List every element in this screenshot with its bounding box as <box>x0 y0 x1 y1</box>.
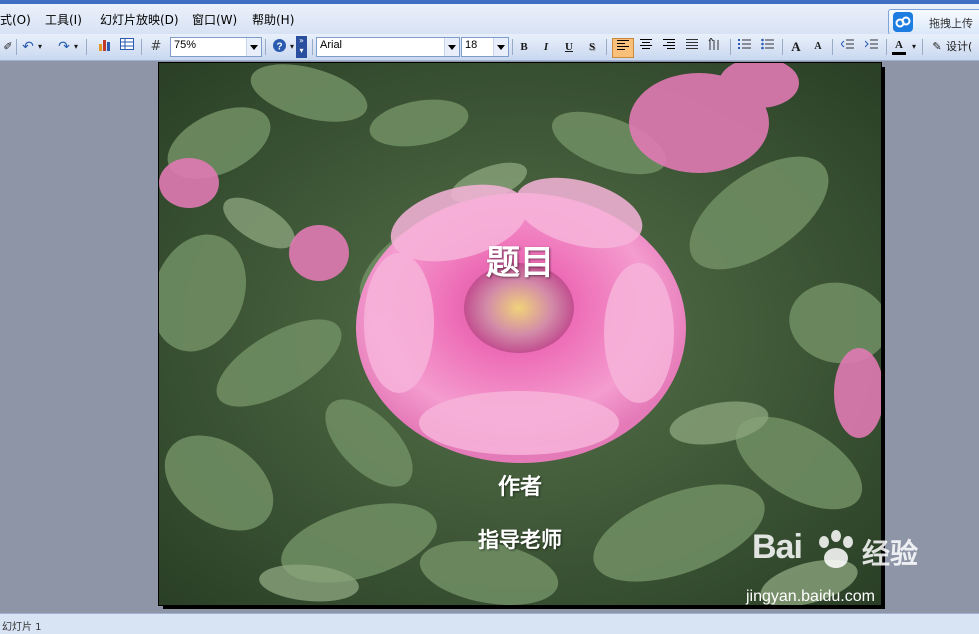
menu-tools[interactable]: 工具(I) <box>45 11 82 28</box>
toolbar-separator <box>16 39 17 55</box>
increase-indent-icon[interactable] <box>862 38 882 56</box>
status-bar: 幻灯片 1 <box>0 613 979 634</box>
decrease-font-button[interactable]: A <box>809 38 827 56</box>
grid-icon[interactable]: # <box>148 38 164 56</box>
cloud-icon <box>893 12 913 32</box>
toolbar-options-icon[interactable]: » ▾ <box>296 36 307 58</box>
status-text: 幻灯片 1 <box>2 622 42 633</box>
upload-label: 拖拽上传 <box>929 17 973 30</box>
toolbar-separator <box>512 39 513 55</box>
font-color-button[interactable]: A <box>892 38 906 55</box>
font-name-select[interactable]: Arial <box>316 37 460 57</box>
menu-window[interactable]: 窗口(W) <box>192 11 237 28</box>
help-icon[interactable]: ? <box>270 38 288 56</box>
design-icon: ✎ <box>932 40 942 53</box>
watermark-url: jingyan.baidu.com <box>746 588 875 605</box>
toolbar-separator <box>86 39 87 55</box>
formatting-toolbar: ✐ ↶ ▾ ↷ ▾ # 75% ? ▾ »▾ Arial 18 B I U S <box>0 34 979 61</box>
undo-dropdown-icon[interactable]: ▾ <box>36 38 44 56</box>
brush-icon[interactable]: ✐ <box>2 38 14 56</box>
align-center-icon[interactable] <box>636 38 656 56</box>
shadow-button[interactable]: S <box>584 38 600 56</box>
menu-help[interactable]: 帮助(H) <box>252 11 294 28</box>
slide-title[interactable]: 题目 <box>159 235 881 284</box>
align-right-icon[interactable] <box>659 38 679 56</box>
paw-icon <box>819 530 853 568</box>
undo-icon[interactable]: ↶ <box>20 38 36 56</box>
redo-dropdown-icon[interactable]: ▾ <box>72 38 80 56</box>
italic-button[interactable]: I <box>538 38 554 56</box>
toolbar-separator <box>312 39 313 55</box>
toolbar-separator <box>141 39 142 55</box>
upload-button[interactable]: 拖拽上传 <box>888 9 979 35</box>
slide-author[interactable]: 作者 <box>159 469 881 501</box>
toolbar-separator <box>606 39 607 55</box>
font-name-value: Arial <box>320 39 343 51</box>
toolbar-separator <box>730 39 731 55</box>
table-icon[interactable] <box>118 38 136 56</box>
zoom-select[interactable]: 75% <box>170 37 262 57</box>
font-color-dropdown-icon[interactable]: ▾ <box>910 38 918 56</box>
font-size-select[interactable]: 18 <box>461 37 509 57</box>
design-button[interactable]: 设计( <box>946 38 979 56</box>
title-bar-edge <box>0 0 979 4</box>
toolbar-separator <box>922 39 923 55</box>
redo-icon[interactable]: ↷ <box>56 38 72 56</box>
distribute-icon[interactable] <box>682 38 702 56</box>
decrease-indent-icon[interactable] <box>838 38 858 56</box>
increase-font-button[interactable]: A <box>787 38 805 56</box>
toolbar-separator <box>886 39 887 55</box>
chevron-down-icon[interactable] <box>444 38 459 56</box>
toolbar-separator <box>832 39 833 55</box>
watermark-cn: 经验 <box>862 537 919 570</box>
baidu-watermark: Bai 经验 jingyan.baidu.com <box>746 528 942 612</box>
slide[interactable]: 题目 作者 指导老师 <box>158 62 882 606</box>
bold-button[interactable]: B <box>516 38 532 56</box>
menu-format[interactable]: 式(O) <box>0 11 31 28</box>
menu-slideshow[interactable]: 幻灯片放映(D) <box>100 11 179 28</box>
text-direction-icon[interactable] <box>705 37 725 56</box>
chart-icon[interactable] <box>96 38 114 56</box>
numbered-list-icon[interactable] <box>735 38 755 56</box>
bullet-list-icon[interactable] <box>758 38 778 56</box>
underline-button[interactable]: U <box>561 38 577 56</box>
align-left-icon[interactable] <box>612 38 634 58</box>
chevron-down-icon[interactable] <box>246 38 261 56</box>
help-dropdown-icon[interactable]: ▾ <box>288 38 296 56</box>
watermark-logo: Bai <box>752 528 803 566</box>
toolbar-separator <box>782 39 783 55</box>
zoom-value: 75% <box>174 39 197 51</box>
svg-text:?: ? <box>276 42 282 53</box>
menu-bar: 式(O) 工具(I) 幻灯片放映(D) 窗口(W) 帮助(H) 拖拽上传 <box>0 0 979 35</box>
chevron-down-icon[interactable] <box>493 38 508 56</box>
toolbar-separator <box>265 39 266 55</box>
font-size-value: 18 <box>465 39 478 51</box>
